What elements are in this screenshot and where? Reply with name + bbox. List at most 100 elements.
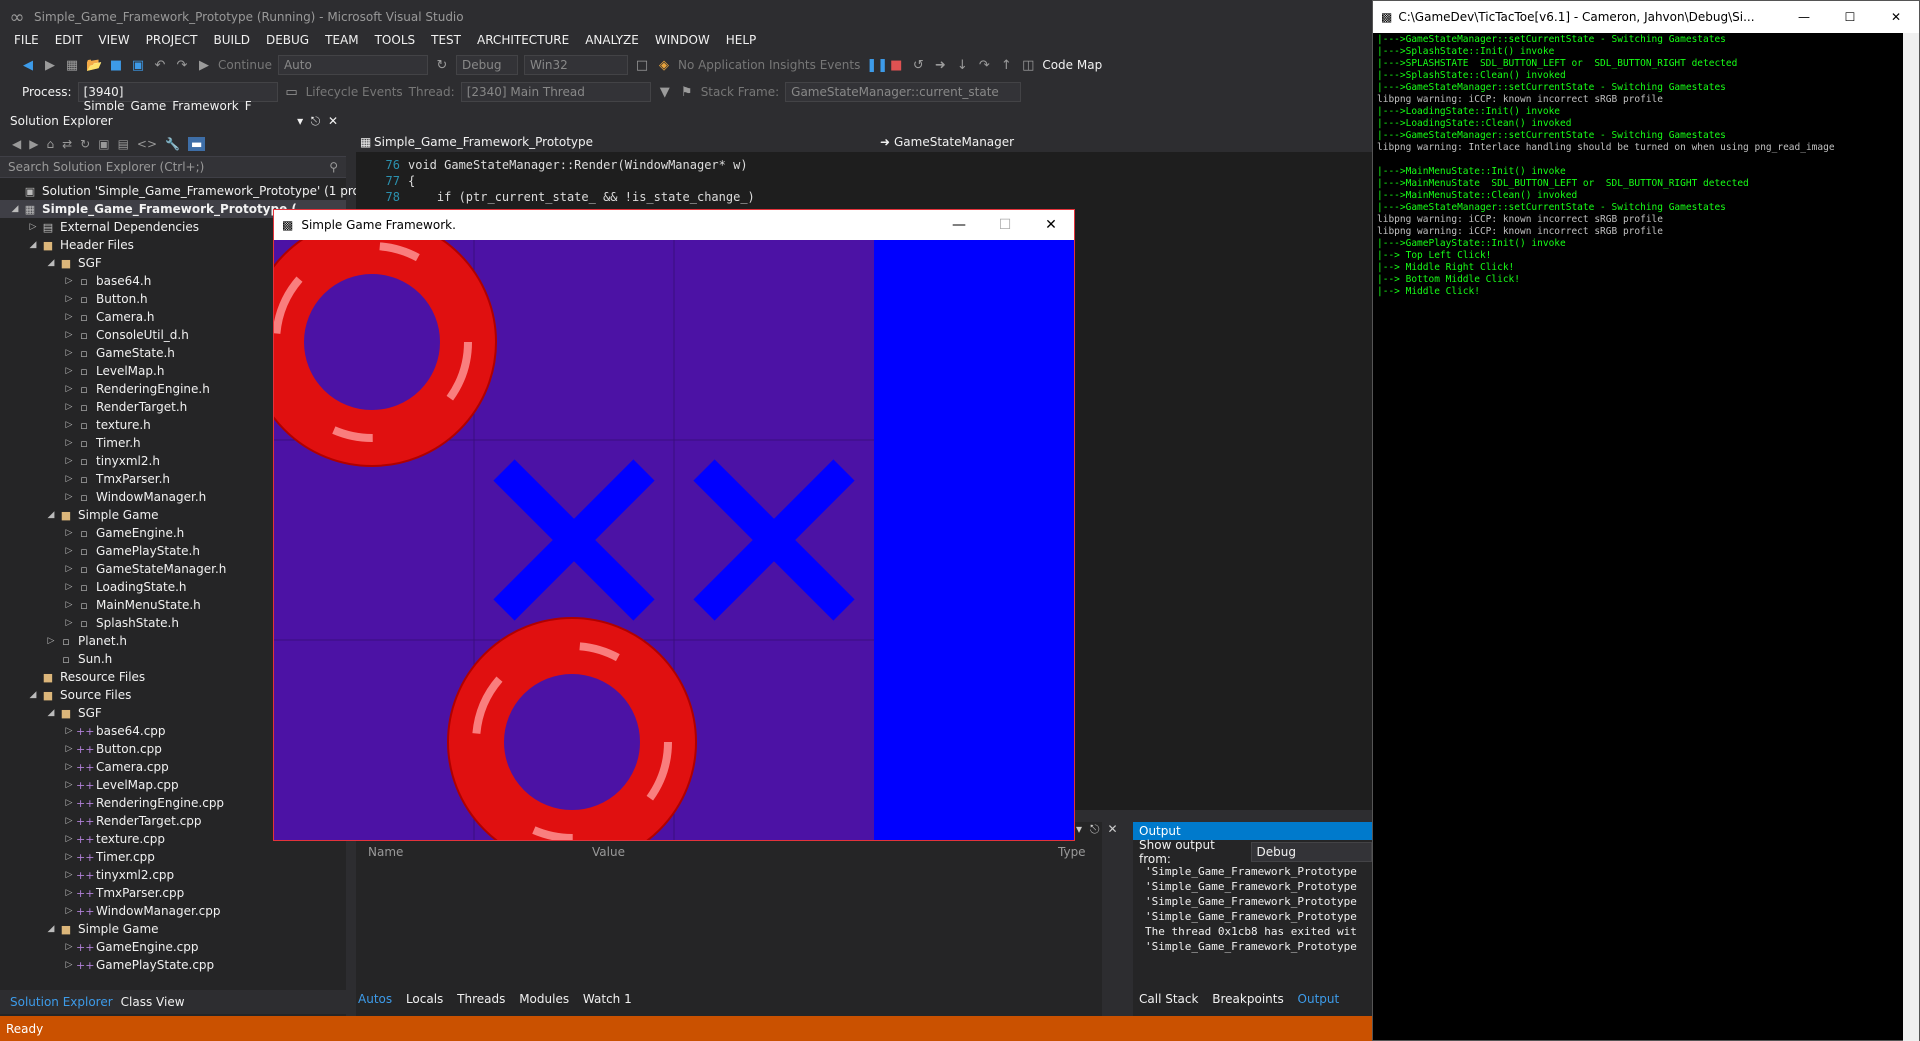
menu-window[interactable]: WINDOW — [647, 33, 718, 47]
tab-modules[interactable]: Modules — [519, 992, 569, 1006]
game-board[interactable] — [274, 240, 1074, 840]
break-all-icon[interactable]: ❚❚ — [866, 58, 888, 73]
flag-icon[interactable]: ⚑ — [679, 85, 695, 100]
console-scrollbar[interactable] — [1903, 33, 1919, 1041]
forward-icon[interactable]: ▶ — [29, 137, 38, 151]
pin-icon[interactable]: ⎋ — [311, 114, 321, 128]
dropdown-icon[interactable]: ▾ — [1076, 822, 1082, 840]
expand-arrow-icon[interactable]: ▷ — [62, 582, 76, 592]
expand-arrow-icon[interactable]: ▷ — [44, 636, 58, 646]
file-item[interactable]: ▷ ++ WindowManager.cpp — [0, 902, 346, 920]
expand-arrow-icon[interactable]: ◢ — [44, 258, 58, 268]
insights-combo[interactable]: No Application Insights Events — [678, 58, 860, 72]
collapse-all-icon[interactable]: ▣ — [98, 137, 109, 151]
tab-breakpoints[interactable]: Breakpoints — [1212, 992, 1283, 1006]
menu-architecture[interactable]: ARCHITECTURE — [469, 33, 577, 47]
tab-watch-1[interactable]: Watch 1 — [583, 992, 632, 1006]
menu-build[interactable]: BUILD — [205, 33, 257, 47]
back-icon[interactable]: ◀ — [20, 58, 36, 73]
open-file-icon[interactable]: 📂 — [86, 58, 102, 73]
platform-combo[interactable]: Win32 — [523, 55, 628, 75]
expand-arrow-icon[interactable]: ▷ — [62, 546, 76, 556]
code-text[interactable]: void GameStateManager::Render(WindowMana… — [408, 158, 748, 174]
process-combo[interactable]: [3940] Simple_Game_Framework_F — [77, 82, 278, 113]
expand-arrow-icon[interactable]: ▷ — [62, 888, 76, 898]
refresh-icon[interactable]: ↻ — [434, 58, 450, 73]
file-item[interactable]: ▷ ++ TmxParser.cpp — [0, 884, 346, 902]
code-lines[interactable]: 76 void GameStateManager::Render(WindowMa… — [356, 152, 1372, 206]
thread-combo[interactable]: [2340] Main Thread — [460, 82, 651, 102]
console-window[interactable]: ▩ C:\GameDev\TicTacToe[v6.1] - Cameron, … — [1372, 0, 1920, 1041]
properties-icon[interactable]: 🔧 — [165, 137, 180, 151]
view-code-icon[interactable]: <> — [137, 137, 157, 151]
menu-debug[interactable]: DEBUG — [258, 33, 317, 47]
menu-tools[interactable]: TOOLS — [367, 33, 424, 47]
expand-arrow-icon[interactable]: ▷ — [62, 474, 76, 484]
nav-project-combo[interactable]: Simple_Game_Framework_Prototype — [374, 135, 880, 149]
menu-file[interactable]: FILE — [6, 33, 47, 47]
step-over-icon[interactable]: ↷ — [976, 58, 992, 73]
insights-icon[interactable]: ◈ — [656, 58, 672, 73]
close-icon[interactable]: ✕ — [1873, 10, 1919, 24]
simple-game-source-folder[interactable]: ◢ ■ Simple Game — [0, 920, 346, 938]
sync-icon[interactable]: ⇄ — [62, 137, 72, 151]
file-item[interactable]: ▷ ++ tinyxml2.cpp — [0, 866, 346, 884]
file-item[interactable]: ▷ ++ GameEngine.cpp — [0, 938, 346, 956]
maximize-icon[interactable]: ☐ — [1827, 10, 1873, 24]
expand-arrow-icon[interactable]: ▷ — [62, 564, 76, 574]
code-text[interactable]: { — [408, 174, 415, 190]
expand-arrow-icon[interactable]: ◢ — [8, 204, 22, 214]
save-all-icon[interactable]: ▣ — [130, 58, 146, 73]
expand-arrow-icon[interactable]: ▷ — [62, 834, 76, 844]
redo-icon[interactable]: ↷ — [174, 58, 190, 73]
expand-arrow-icon[interactable]: ▷ — [62, 528, 76, 538]
pin-icon[interactable]: ⎋ — [1090, 822, 1100, 840]
continue-button[interactable]: Continue — [218, 58, 272, 72]
output-text[interactable]: 'Simple_Game_Framework_Prototype 'Simple_… — [1133, 864, 1372, 954]
stack-frame-combo[interactable]: GameStateManager::current_state — [785, 82, 1022, 102]
device-icon[interactable]: □ — [634, 58, 650, 73]
tab-autos[interactable]: Autos — [358, 992, 392, 1006]
undo-icon[interactable]: ↶ — [152, 58, 168, 73]
expand-arrow-icon[interactable]: ◢ — [44, 708, 58, 718]
expand-arrow-icon[interactable]: ◢ — [44, 924, 58, 934]
expand-arrow-icon[interactable]: ▷ — [62, 852, 76, 862]
expand-arrow-icon[interactable]: ▷ — [62, 942, 76, 952]
preview-icon[interactable]: ▬ — [187, 137, 206, 151]
expand-arrow-icon[interactable]: ▷ — [62, 312, 76, 322]
expand-arrow-icon[interactable]: ▷ — [26, 222, 40, 232]
restart-icon[interactable]: ↺ — [910, 58, 926, 73]
expand-arrow-icon[interactable]: ▷ — [62, 870, 76, 880]
solution-node[interactable]: ▣ Solution 'Simple_Game_Framework_Prototy… — [0, 182, 371, 200]
config-combo[interactable]: Debug — [455, 55, 518, 75]
menu-edit[interactable]: EDIT — [47, 33, 91, 47]
expand-arrow-icon[interactable]: ▷ — [62, 420, 76, 430]
tab-output[interactable]: Output — [1298, 992, 1340, 1006]
menu-team[interactable]: TEAM — [317, 33, 366, 47]
expand-arrow-icon[interactable]: ▷ — [62, 618, 76, 628]
filter-icon[interactable]: ▼ — [657, 85, 673, 100]
step-out-icon[interactable]: ↑ — [998, 58, 1014, 73]
minimize-icon[interactable]: — — [1781, 10, 1827, 24]
solution-explorer-search[interactable]: Search Solution Explorer (Ctrl+;) ⚲ — [0, 156, 346, 178]
expand-arrow-icon[interactable]: ▷ — [62, 384, 76, 394]
menu-view[interactable]: VIEW — [90, 33, 137, 47]
menu-test[interactable]: TEST — [423, 33, 469, 47]
tab-threads[interactable]: Threads — [457, 992, 505, 1006]
expand-arrow-icon[interactable]: ▷ — [62, 456, 76, 466]
stop-icon[interactable]: ■ — [888, 58, 904, 73]
continue-icon[interactable]: ▶ — [196, 58, 212, 73]
expand-arrow-icon[interactable]: ▷ — [62, 726, 76, 736]
expand-arrow-icon[interactable]: ▷ — [62, 762, 76, 772]
expand-arrow-icon[interactable]: ◢ — [26, 690, 40, 700]
code-line[interactable]: 78 if (ptr_current_state_ && !is_state_c… — [356, 190, 1372, 206]
expand-arrow-icon[interactable]: ▷ — [62, 600, 76, 610]
expand-arrow-icon[interactable]: ▷ — [62, 780, 76, 790]
expand-arrow-icon[interactable]: ▷ — [62, 402, 76, 412]
code-map-button[interactable]: Code Map — [1042, 58, 1102, 72]
nav-type-combo[interactable]: GameStateManager — [894, 135, 1014, 149]
new-project-icon[interactable]: ▦ — [64, 58, 80, 73]
save-icon[interactable]: ■ — [108, 58, 124, 73]
back-icon[interactable]: ◀ — [12, 137, 21, 151]
close-icon[interactable]: ✕ — [328, 114, 338, 128]
